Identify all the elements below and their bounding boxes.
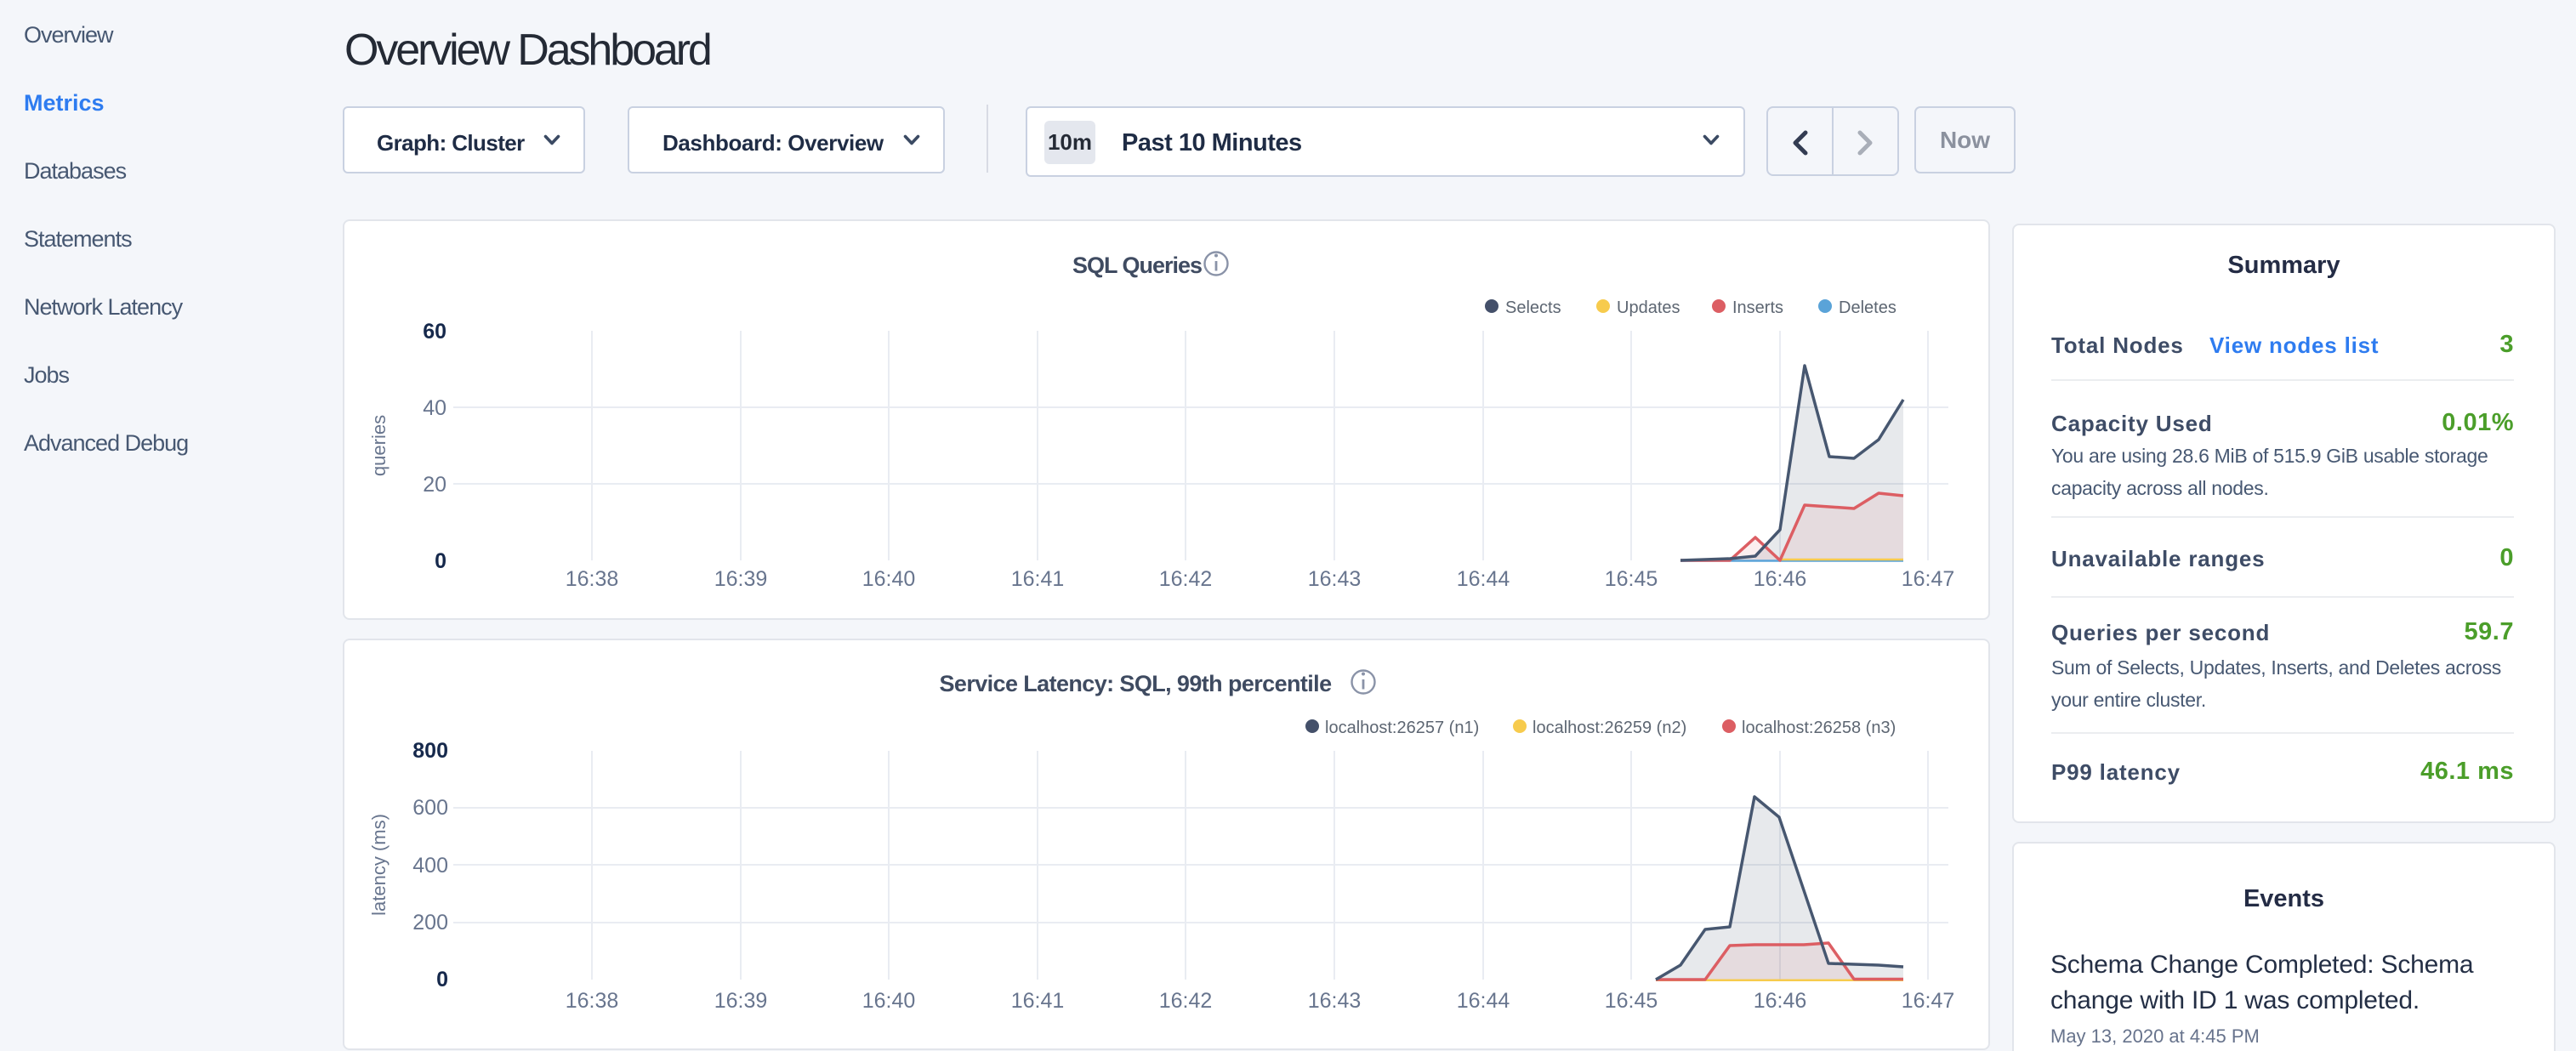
svg-text:localhost:26259 (n2): localhost:26259 (n2)	[1533, 719, 1686, 737]
svg-text:16:38: 16:38	[566, 567, 619, 591]
svg-text:queries: queries	[368, 415, 390, 476]
svg-text:16:44: 16:44	[1457, 989, 1510, 1013]
svg-text:16:38: 16:38	[566, 989, 619, 1013]
svg-text:800: 800	[412, 739, 448, 763]
svg-text:16:44: 16:44	[1457, 567, 1510, 591]
svg-text:600: 600	[412, 796, 448, 820]
svg-text:40: 40	[423, 396, 446, 420]
svg-text:16:40: 16:40	[862, 989, 916, 1013]
svg-text:200: 200	[412, 911, 448, 935]
svg-text:16:43: 16:43	[1308, 567, 1362, 591]
svg-text:16:46: 16:46	[1754, 567, 1807, 591]
svg-text:localhost:26257 (n1): localhost:26257 (n1)	[1325, 719, 1479, 737]
svg-text:16:42: 16:42	[1159, 989, 1213, 1013]
svg-text:localhost:26258 (n3): localhost:26258 (n3)	[1742, 719, 1896, 737]
svg-text:16:39: 16:39	[714, 989, 768, 1013]
svg-text:Inserts: Inserts	[1732, 298, 1783, 317]
svg-text:20: 20	[423, 473, 446, 497]
svg-text:16:43: 16:43	[1308, 989, 1362, 1013]
svg-text:16:42: 16:42	[1159, 567, 1213, 591]
svg-text:Selects: Selects	[1505, 298, 1561, 317]
svg-text:16:39: 16:39	[714, 567, 768, 591]
svg-text:latency (ms): latency (ms)	[368, 814, 390, 916]
svg-text:16:45: 16:45	[1605, 567, 1658, 591]
svg-text:16:46: 16:46	[1754, 989, 1807, 1013]
svg-text:60: 60	[423, 320, 446, 344]
svg-text:Updates: Updates	[1617, 298, 1680, 317]
svg-text:400: 400	[412, 854, 448, 878]
svg-text:Service Latency: SQL, 99th per: Service Latency: SQL, 99th percentile	[940, 671, 1333, 696]
svg-text:16:47: 16:47	[1902, 989, 1955, 1013]
svg-text:Deletes: Deletes	[1839, 298, 1896, 317]
svg-text:0: 0	[435, 549, 446, 573]
svg-text:16:40: 16:40	[862, 567, 916, 591]
svg-text:0: 0	[436, 968, 448, 991]
svg-text:16:41: 16:41	[1011, 567, 1065, 591]
svg-text:16:45: 16:45	[1605, 989, 1658, 1013]
svg-text:16:47: 16:47	[1902, 567, 1955, 591]
svg-text:SQL Queries: SQL Queries	[1072, 253, 1202, 278]
svg-text:16:41: 16:41	[1011, 989, 1065, 1013]
